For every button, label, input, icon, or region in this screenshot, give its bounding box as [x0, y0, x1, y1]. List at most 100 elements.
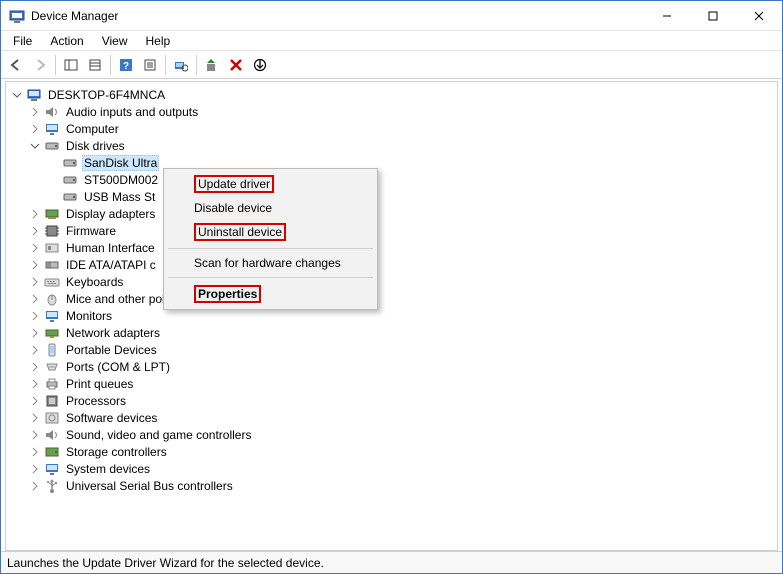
tree-node-sound[interactable]: Sound, video and game controllers [28, 426, 777, 443]
highlight-box: Uninstall device [194, 223, 286, 241]
menu-file[interactable]: File [5, 32, 40, 50]
toolbar-separator [55, 55, 56, 75]
tree-node-network[interactable]: Network adapters [28, 324, 777, 341]
disk-icon [62, 189, 78, 205]
tree-node-ports[interactable]: Ports (COM & LPT) [28, 358, 777, 375]
chevron-right-icon[interactable] [28, 326, 42, 340]
show-hide-console-tree-button[interactable] [60, 54, 82, 76]
chevron-right-icon[interactable] [28, 309, 42, 323]
chevron-right-icon[interactable] [28, 224, 42, 238]
tree-label: Human Interface [64, 241, 157, 255]
usb-icon [44, 478, 60, 494]
chevron-right-icon[interactable] [28, 122, 42, 136]
ctx-scan-hardware[interactable]: Scan for hardware changes [166, 252, 375, 274]
ctx-disable-device[interactable]: Disable device [166, 197, 375, 219]
menu-action[interactable]: Action [42, 32, 91, 50]
ctx-properties[interactable]: Properties [166, 281, 375, 307]
tree-node-printq[interactable]: Print queues [28, 375, 777, 392]
forward-button[interactable] [29, 54, 51, 76]
tree-node-ide[interactable]: IDE ATA/ATAPI c [28, 256, 777, 273]
tree-label: Keyboards [64, 275, 125, 289]
system-icon [44, 461, 60, 477]
tree-node-sandisk[interactable]: SanDisk Ultra [46, 154, 777, 171]
tree-label: Monitors [64, 309, 114, 323]
monitor-icon [44, 121, 60, 137]
chevron-right-icon[interactable] [28, 207, 42, 221]
tree-node-storage[interactable]: Storage controllers [28, 443, 777, 460]
chevron-right-icon[interactable] [28, 343, 42, 357]
ctx-uninstall-device[interactable]: Uninstall device [166, 219, 375, 245]
tree-node-display[interactable]: Display adapters [28, 205, 777, 222]
tree-node-usbmass[interactable]: USB Mass St [46, 188, 777, 205]
chevron-right-icon[interactable] [28, 105, 42, 119]
chevron-right-icon[interactable] [28, 411, 42, 425]
tree-node-hid[interactable]: Human Interface [28, 239, 777, 256]
window-controls [644, 1, 782, 30]
app-icon [9, 8, 25, 24]
chevron-right-icon[interactable] [28, 275, 42, 289]
computer-icon [26, 87, 42, 103]
close-button[interactable] [736, 1, 782, 30]
tree-node-software[interactable]: Software devices [28, 409, 777, 426]
network-icon [44, 325, 60, 341]
uninstall-button[interactable] [225, 54, 247, 76]
tree-node-monitors[interactable]: Monitors [28, 307, 777, 324]
chevron-down-icon[interactable] [28, 139, 42, 153]
toolbar-separator [165, 55, 166, 75]
chevron-right-icon[interactable] [28, 241, 42, 255]
chevron-right-icon[interactable] [28, 394, 42, 408]
tree-label: Universal Serial Bus controllers [64, 479, 235, 493]
chevron-right-icon[interactable] [28, 258, 42, 272]
help-button[interactable]: ? [115, 54, 137, 76]
tree-label: System devices [64, 462, 152, 476]
tree-node-usb[interactable]: Universal Serial Bus controllers [28, 477, 777, 494]
update-driver-button[interactable] [201, 54, 223, 76]
tree-label: IDE ATA/ATAPI c [64, 258, 158, 272]
action-button[interactable] [139, 54, 161, 76]
ctx-update-driver[interactable]: Update driver [166, 171, 375, 197]
tree-node-disk[interactable]: Disk drives [28, 137, 777, 154]
back-button[interactable] [5, 54, 27, 76]
maximize-button[interactable] [690, 1, 736, 30]
chevron-right-icon[interactable] [28, 292, 42, 306]
tree-label: Software devices [64, 411, 159, 425]
chevron-right-icon[interactable] [28, 360, 42, 374]
toolbar-separator [110, 55, 111, 75]
properties-button[interactable] [84, 54, 106, 76]
chevron-down-icon[interactable] [10, 88, 24, 102]
device-tree[interactable]: DESKTOP-6F4MNCA Audio inputs and outputs… [5, 81, 778, 551]
tree-node-system[interactable]: System devices [28, 460, 777, 477]
tree-node-portable[interactable]: Portable Devices [28, 341, 777, 358]
tree-label: Firmware [64, 224, 118, 238]
tree-label: Storage controllers [64, 445, 169, 459]
mouse-icon [44, 291, 60, 307]
tree-node-computer[interactable]: Computer [28, 120, 777, 137]
chevron-right-icon[interactable] [28, 377, 42, 391]
tree-node-processors[interactable]: Processors [28, 392, 777, 409]
tree-node-mice[interactable]: Mice and other pointing devices [28, 290, 777, 307]
ide-icon [44, 257, 60, 273]
chevron-right-icon[interactable] [28, 428, 42, 442]
ctx-label: Disable device [194, 201, 272, 215]
disable-button[interactable] [249, 54, 271, 76]
tree-node-keyboards[interactable]: Keyboards [28, 273, 777, 290]
tree-node-firmware[interactable]: Firmware [28, 222, 777, 239]
disk-icon [44, 138, 60, 154]
chevron-right-icon[interactable] [28, 445, 42, 459]
speaker-icon [44, 104, 60, 120]
chevron-right-icon[interactable] [28, 462, 42, 476]
minimize-button[interactable] [644, 1, 690, 30]
chevron-right-icon[interactable] [28, 479, 42, 493]
ctx-separator [168, 277, 373, 278]
menu-help[interactable]: Help [138, 32, 179, 50]
status-bar: Launches the Update Driver Wizard for th… [1, 551, 782, 573]
tree-root[interactable]: DESKTOP-6F4MNCA [10, 86, 777, 103]
menu-view[interactable]: View [94, 32, 136, 50]
storage-icon [44, 444, 60, 460]
scan-hardware-button[interactable] [170, 54, 192, 76]
tree-node-audio[interactable]: Audio inputs and outputs [28, 103, 777, 120]
title-bar: Device Manager [1, 1, 782, 31]
disk-icon [62, 172, 78, 188]
tree-node-st500[interactable]: ST500DM002 [46, 171, 777, 188]
svg-text:?: ? [123, 61, 129, 72]
